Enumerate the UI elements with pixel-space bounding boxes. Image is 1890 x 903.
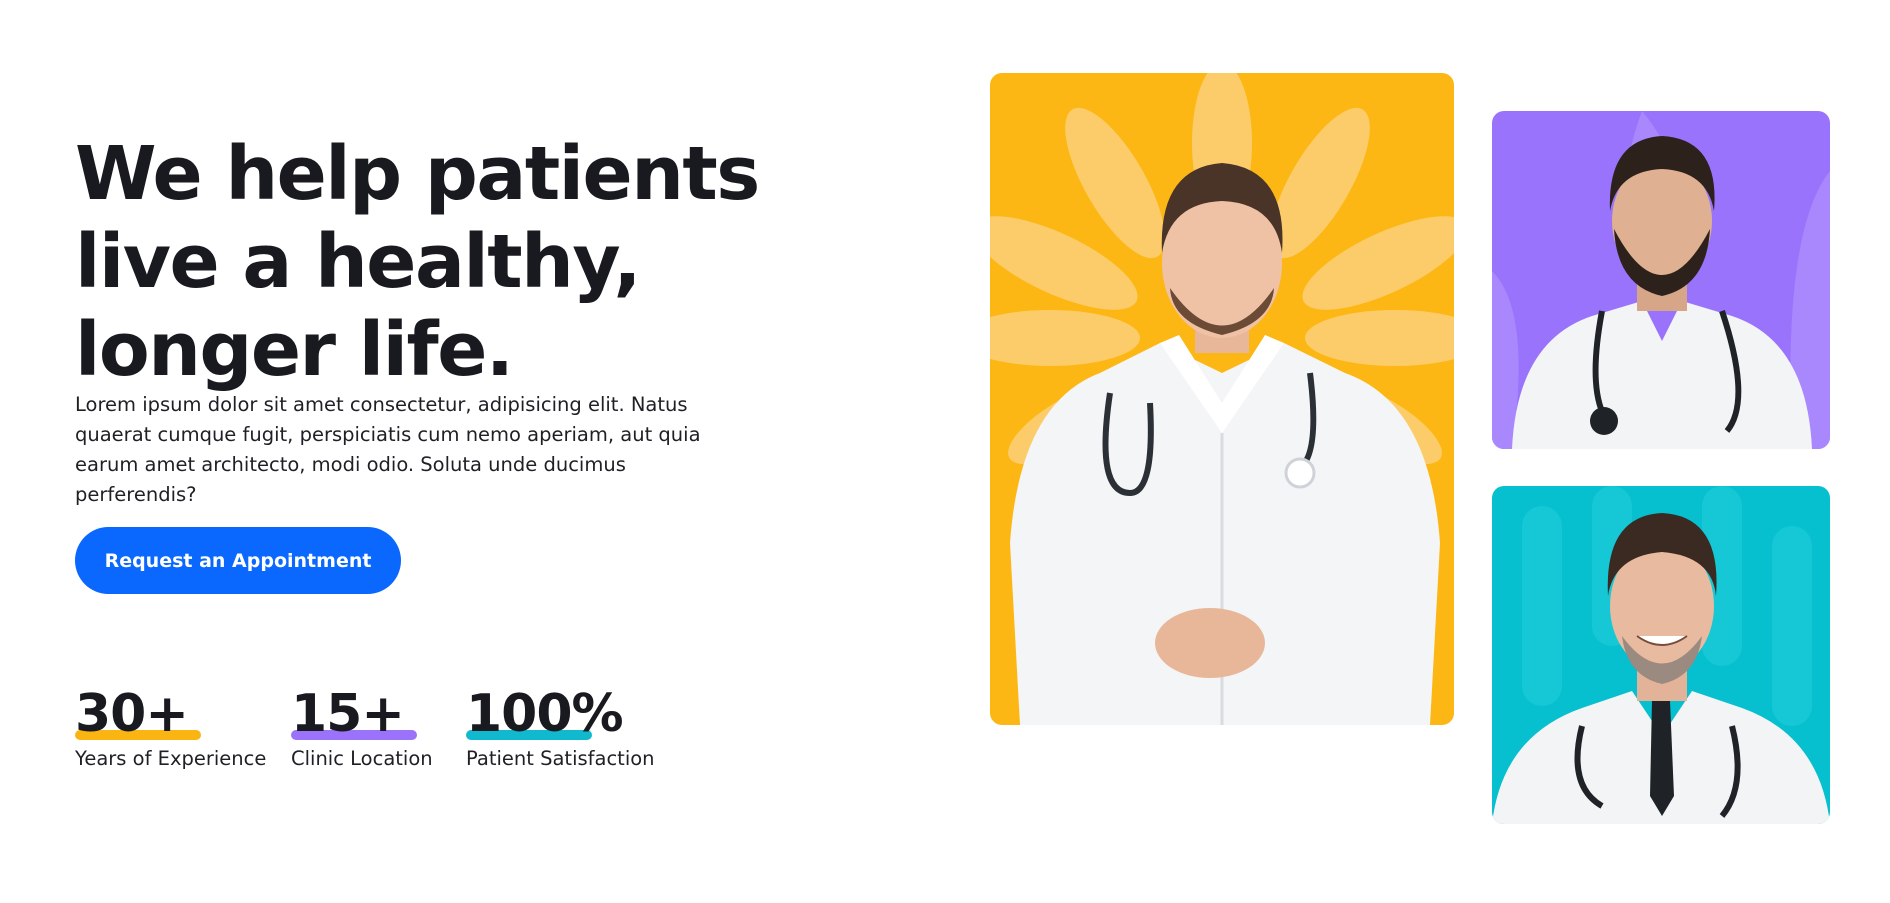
doctor-portrait-bearded bbox=[1492, 111, 1830, 449]
stat-experience: 30+ Years of Experience bbox=[75, 686, 266, 770]
stat-value: 100% bbox=[466, 684, 624, 744]
request-appointment-button[interactable]: Request an Appointment bbox=[75, 527, 401, 594]
doctor-portrait-main bbox=[990, 73, 1454, 725]
stat-value: 30+ bbox=[75, 684, 189, 744]
hero-title-line-3: longer life. bbox=[75, 307, 514, 393]
doctor-illustration-bearded bbox=[1492, 111, 1830, 449]
stat-clinics: 15+ Clinic Location bbox=[291, 686, 433, 770]
doctor-illustration-main bbox=[990, 73, 1454, 725]
stat-label: Patient Satisfaction bbox=[466, 747, 655, 770]
hero-title-line-1: We help patients bbox=[75, 131, 760, 217]
hero-description: Lorem ipsum dolor sit amet consectetur, … bbox=[75, 393, 701, 506]
stat-label: Clinic Location bbox=[291, 747, 433, 770]
stat-satisfaction: 100% Patient Satisfaction bbox=[466, 686, 655, 770]
hero-title: We help patients live a healthy, longer … bbox=[75, 130, 775, 394]
doctor-portrait-smiling bbox=[1492, 486, 1830, 824]
stat-label: Years of Experience bbox=[75, 747, 267, 770]
doctor-illustration-smiling bbox=[1492, 486, 1830, 824]
stat-value: 15+ bbox=[291, 684, 405, 744]
hero-title-line-2: live a healthy, bbox=[75, 219, 641, 305]
